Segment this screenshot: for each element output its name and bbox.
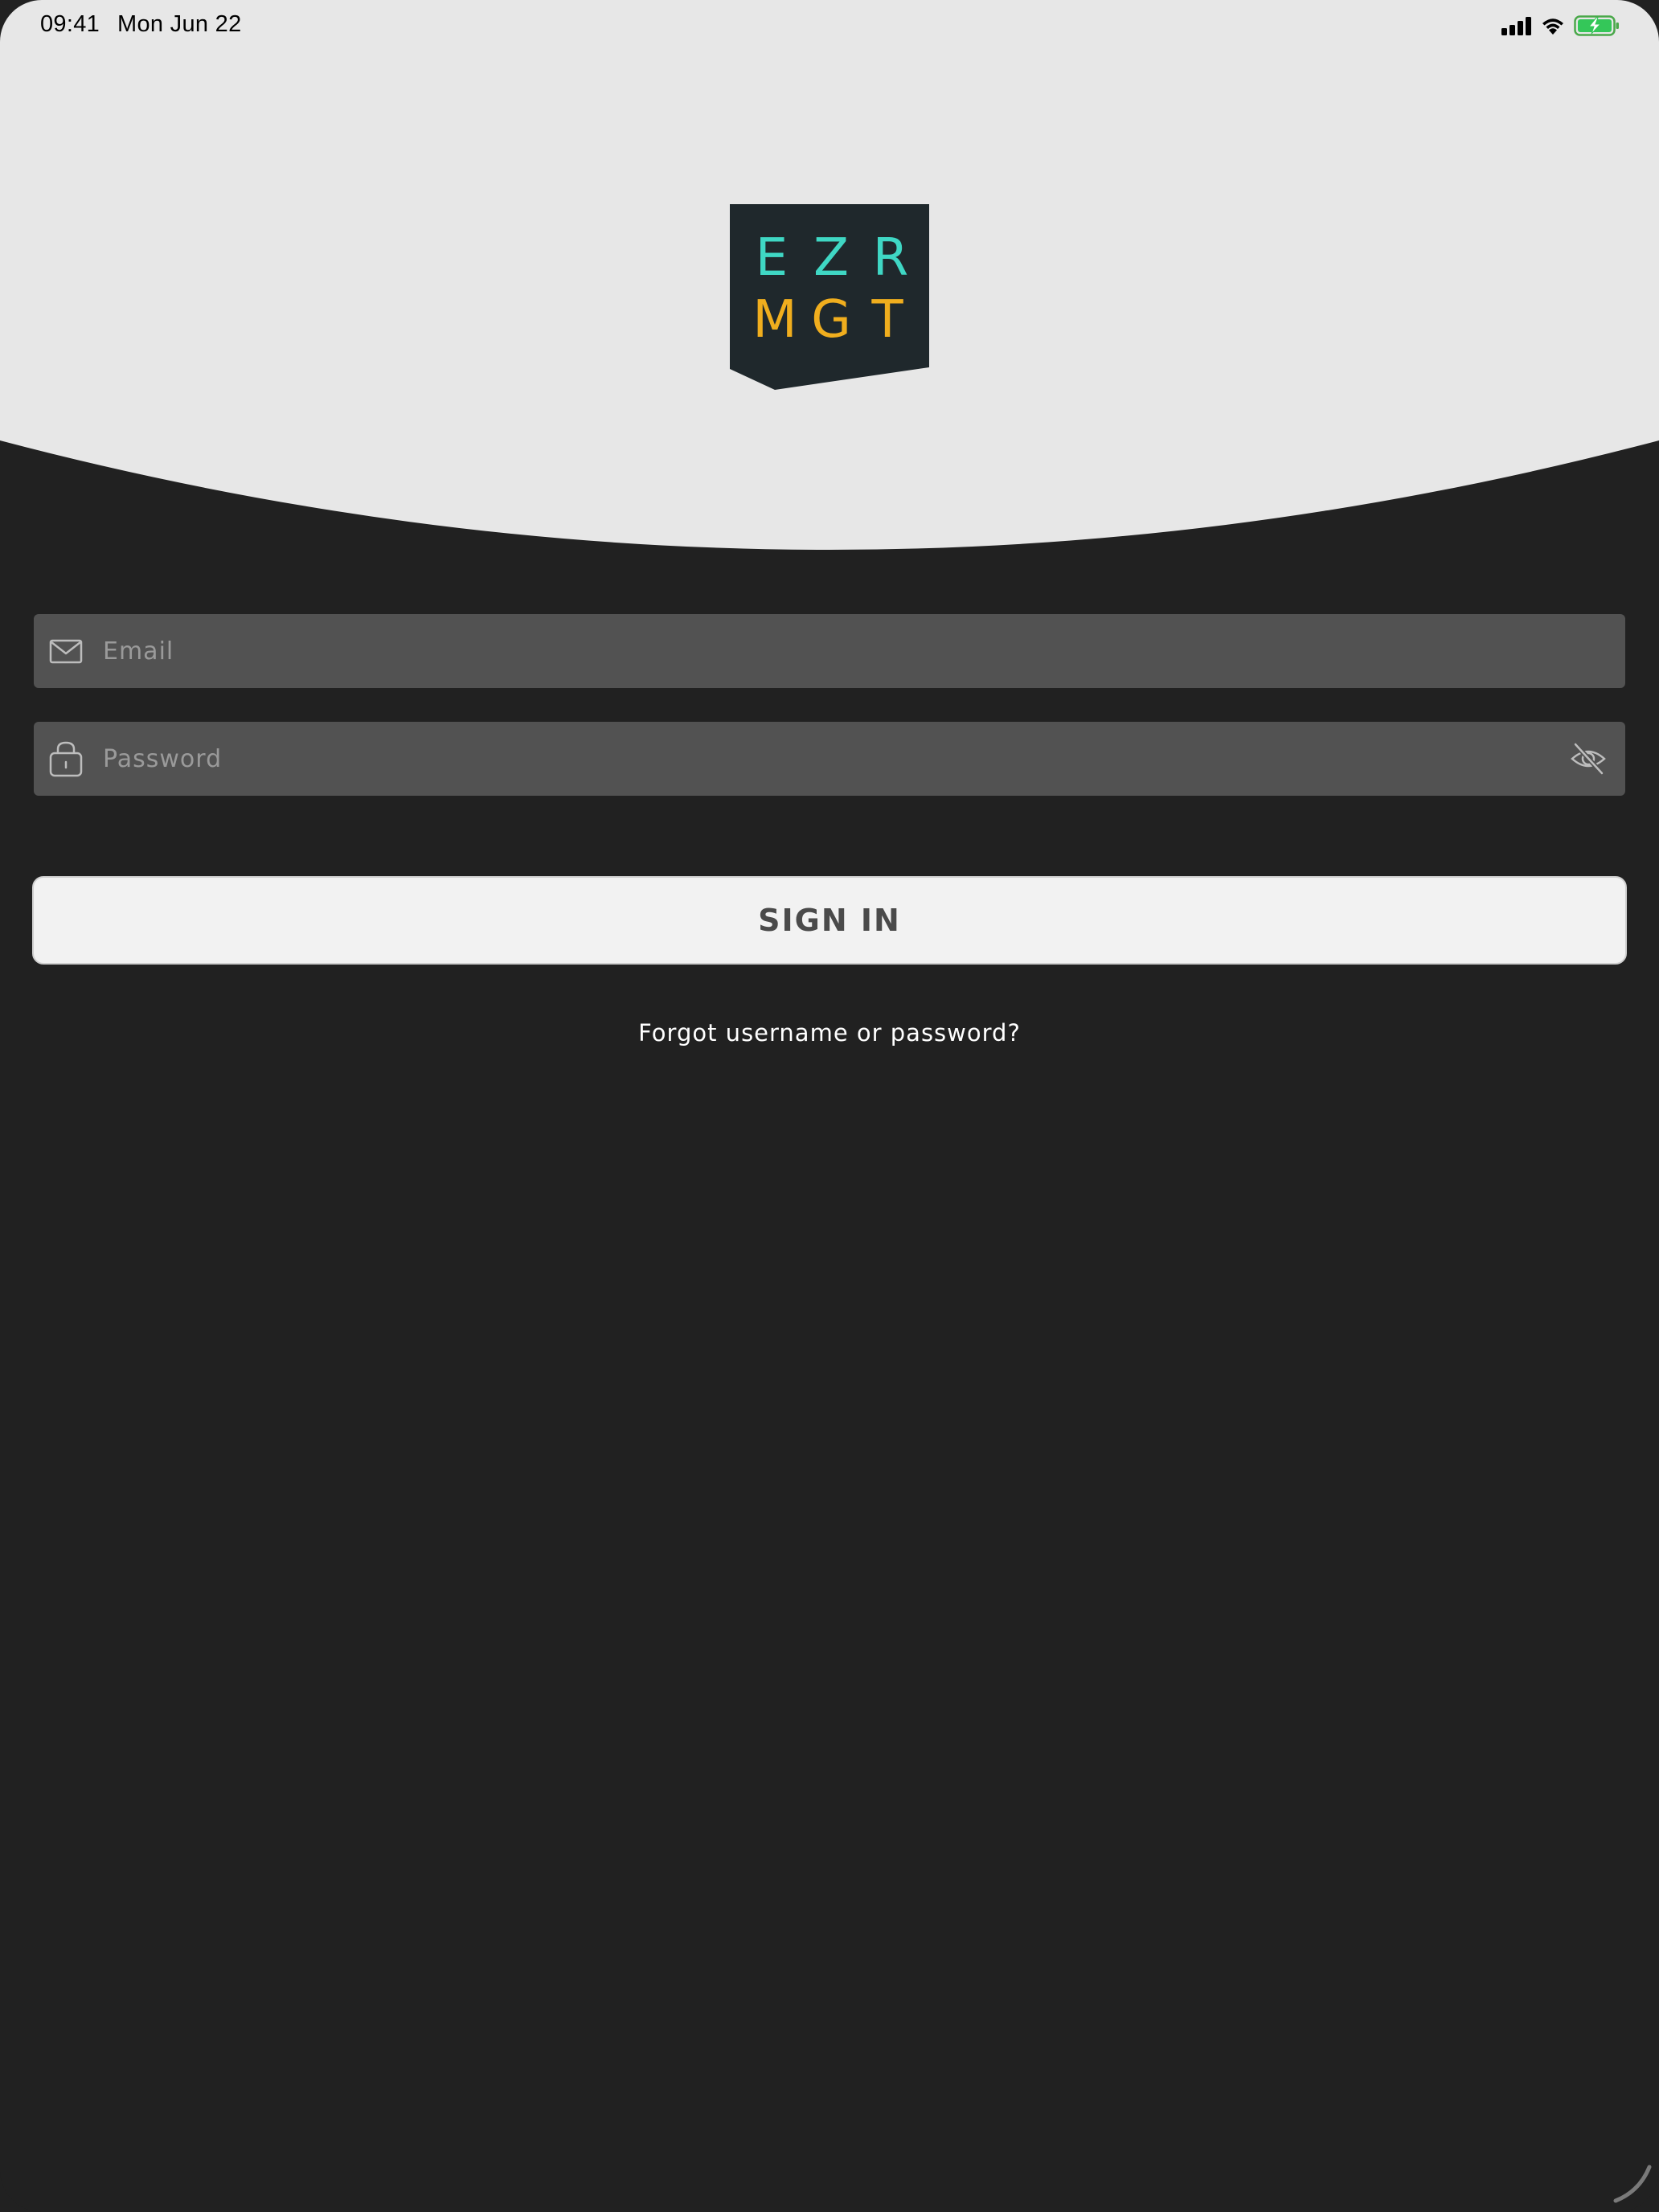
logo-letter-e: E [756, 228, 788, 288]
logo-letter-m: M [752, 290, 797, 350]
email-field[interactable] [34, 614, 1625, 688]
cellular-signal-icon [1501, 17, 1531, 35]
password-field[interactable] [34, 722, 1625, 796]
eye-slash-icon[interactable] [1569, 739, 1608, 778]
logo-letter-z: Z [813, 228, 849, 288]
wifi-icon [1542, 18, 1563, 35]
status-time: 09:41 [40, 11, 100, 37]
logo-letter-g: G [811, 290, 851, 350]
forgot-credentials-link[interactable]: Forgot username or password? [0, 1019, 1659, 1047]
logo-letter-t: T [870, 290, 903, 350]
app-logo: E Z R M G T [730, 204, 929, 390]
status-bar: 09:41 Mon Jun 22 [0, 0, 1659, 51]
battery-charging-icon [1574, 15, 1619, 36]
status-icons [1501, 14, 1620, 37]
sign-in-button[interactable]: SIGN IN [32, 876, 1627, 965]
status-date: Mon Jun 22 [117, 11, 242, 37]
logo-letter-r: R [873, 228, 908, 288]
lock-icon [49, 741, 83, 777]
login-screen: 09:41 Mon Jun 22 E Z R M G T Email SIGN … [0, 0, 1659, 2212]
email-input[interactable] [103, 614, 1550, 688]
corner-indicator [1613, 2165, 1652, 2203]
envelope-icon [49, 639, 83, 664]
password-input[interactable] [103, 722, 1550, 796]
